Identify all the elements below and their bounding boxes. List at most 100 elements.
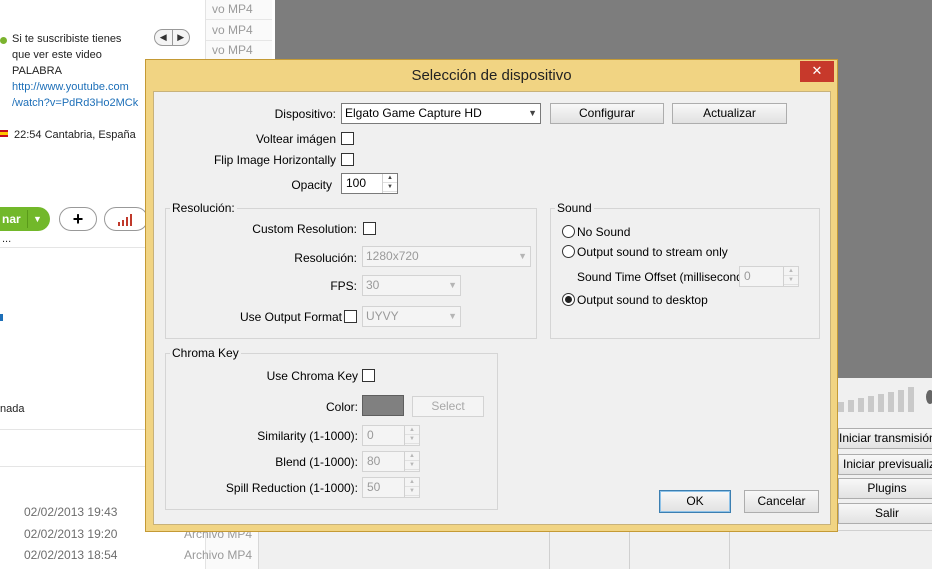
sound-group-title: Sound <box>555 201 594 215</box>
sound-offset-stepper[interactable]: 0 ▲ ▼ <box>739 266 799 287</box>
decrement-icon[interactable]: ▼ <box>405 487 419 496</box>
decrement-icon[interactable]: ▼ <box>784 276 798 285</box>
file-type-cell: vo MP4 <box>212 23 253 37</box>
close-icon[interactable]: ✕ <box>800 61 834 82</box>
fps-select[interactable]: 30 ▼ <box>362 275 461 296</box>
chat-link[interactable]: http://www.youtube.com <box>12 79 129 95</box>
chevron-down-icon: ▼ <box>518 251 527 261</box>
similarity-label: Similarity (1-1000): <box>257 429 358 443</box>
opacity-label: Opacity <box>291 178 332 192</box>
stream-only-radio[interactable] <box>562 245 575 258</box>
divider <box>206 19 272 20</box>
use-chroma-key-checkbox[interactable] <box>362 369 375 382</box>
stream-only-label: Output sound to stream only <box>577 245 728 259</box>
chat-fragment: nada <box>0 403 25 415</box>
flip-horizontal-label: Flip Image Horizontally <box>213 153 336 167</box>
desktop-sound-radio[interactable] <box>562 293 575 306</box>
chevron-down-icon: ▼ <box>528 108 537 118</box>
chat-message-line: Si te suscribiste tienes <box>12 33 122 45</box>
chat-link[interactable]: /watch?v=PdRd3Ho2MCk <box>12 95 138 111</box>
call-button[interactable]: nar ▼ <box>0 207 50 231</box>
no-sound-radio[interactable] <box>562 225 575 238</box>
decrement-icon[interactable]: ▼ <box>383 183 397 192</box>
sound-group: Sound No Sound Output sound to stream on… <box>550 201 820 339</box>
spill-reduction-stepper[interactable]: 50 ▲ ▼ <box>362 477 420 498</box>
chat-time-location: 22:54 Cantabria, España <box>14 129 136 141</box>
chat-nav-arrows[interactable]: ◀ ▶ <box>154 29 190 46</box>
resolution-group-title: Resolución: <box>170 201 237 215</box>
output-format-label: Use Output Format <box>239 310 342 324</box>
spain-flag-icon <box>0 130 8 137</box>
configure-button[interactable]: Configurar <box>550 103 664 124</box>
custom-resolution-checkbox[interactable] <box>363 222 376 235</box>
blend-value: 80 <box>367 454 381 468</box>
resolution-group: Resolución: Custom Resolution: Resolució… <box>165 201 537 339</box>
exit-button[interactable]: Salir <box>838 503 932 524</box>
file-date: 02/02/2013 19:43 <box>24 505 118 519</box>
spill-reduction-value: 50 <box>367 480 381 494</box>
sound-offset-label: Sound Time Offset (milliseconds) <box>577 270 753 284</box>
dialog-title: Selección de dispositivo <box>411 67 572 84</box>
file-type-cell: vo MP4 <box>212 43 253 57</box>
file-type: Archivo MP4 <box>184 548 253 562</box>
next-arrow-icon[interactable]: ▶ <box>171 30 190 45</box>
device-selection-dialog: Selección de dispositivo ✕ Dispositivo: … <box>145 59 838 532</box>
plugins-button[interactable]: Plugins <box>838 478 932 499</box>
decrement-icon[interactable]: ▼ <box>405 461 419 470</box>
increment-icon[interactable]: ▲ <box>405 426 419 435</box>
online-status-icon <box>0 37 7 44</box>
output-format-value: UYVY <box>366 309 399 323</box>
ellipsis: ... <box>2 233 12 245</box>
chevron-down-icon[interactable]: ▼ <box>33 207 42 231</box>
chroma-key-group: Chroma Key Use Chroma Key Color: Select … <box>165 346 498 510</box>
flip-checkbox[interactable] <box>341 132 354 145</box>
flip-horizontal-checkbox[interactable] <box>341 153 354 166</box>
ok-button[interactable]: OK <box>659 490 731 513</box>
signal-icon <box>118 214 132 226</box>
device-select[interactable]: Elgato Game Capture HD ▼ <box>341 103 541 124</box>
custom-resolution-label: Custom Resolution: <box>252 222 357 236</box>
similarity-value: 0 <box>367 428 374 442</box>
fps-label: FPS: <box>330 279 357 293</box>
opacity-value: 100 <box>346 176 367 190</box>
select-color-button[interactable]: Select <box>412 396 484 417</box>
chevron-down-icon: ▼ <box>448 280 457 290</box>
fps-value: 30 <box>366 278 380 292</box>
similarity-stepper[interactable]: 0 ▲ ▼ <box>362 425 420 446</box>
prev-arrow-icon[interactable]: ◀ <box>155 30 172 45</box>
increment-icon[interactable]: ▲ <box>405 478 419 487</box>
increment-icon[interactable]: ▲ <box>405 452 419 461</box>
blend-stepper[interactable]: 80 ▲ ▼ <box>362 451 420 472</box>
blend-label: Blend (1-1000): <box>275 455 358 469</box>
divider <box>206 40 272 41</box>
use-chroma-key-label: Use Chroma Key <box>266 369 358 383</box>
color-label: Color: <box>325 400 358 414</box>
marker <box>0 314 3 321</box>
start-preview-button[interactable]: Iniciar previsualizació <box>838 454 932 475</box>
resolution-value: 1280x720 <box>366 249 419 263</box>
cancel-button[interactable]: Cancelar <box>744 490 819 513</box>
resolution-select[interactable]: 1280x720 ▼ <box>362 246 531 267</box>
increment-icon[interactable]: ▲ <box>383 174 397 183</box>
call-button-label: nar <box>2 212 21 226</box>
desktop-sound-label: Output sound to desktop <box>577 293 708 307</box>
output-format-select[interactable]: UYVY ▼ <box>362 306 461 327</box>
add-button[interactable]: + <box>59 207 97 231</box>
sound-offset-value: 0 <box>744 269 751 283</box>
signal-strength-button[interactable] <box>104 207 148 231</box>
output-format-checkbox[interactable] <box>344 310 357 323</box>
color-swatch[interactable] <box>362 395 404 416</box>
volume-meter <box>838 384 932 412</box>
start-streaming-button[interactable]: Iniciar transmisión <box>838 428 932 449</box>
refresh-button[interactable]: Actualizar <box>672 103 787 124</box>
no-sound-label: No Sound <box>577 225 631 239</box>
decrement-icon[interactable]: ▼ <box>405 435 419 444</box>
chat-message-line: que ver este video <box>12 49 102 61</box>
dialog-body: Dispositivo: Elgato Game Capture HD ▼ Co… <box>153 91 831 525</box>
spill-reduction-label: Spill Reduction (1-1000): <box>225 481 358 495</box>
chroma-key-group-title: Chroma Key <box>170 346 241 360</box>
opacity-stepper[interactable]: 100 ▲ ▼ <box>341 173 398 194</box>
device-label: Dispositivo: <box>274 107 336 121</box>
resolution-label: Resolución: <box>294 251 357 265</box>
increment-icon[interactable]: ▲ <box>784 267 798 276</box>
